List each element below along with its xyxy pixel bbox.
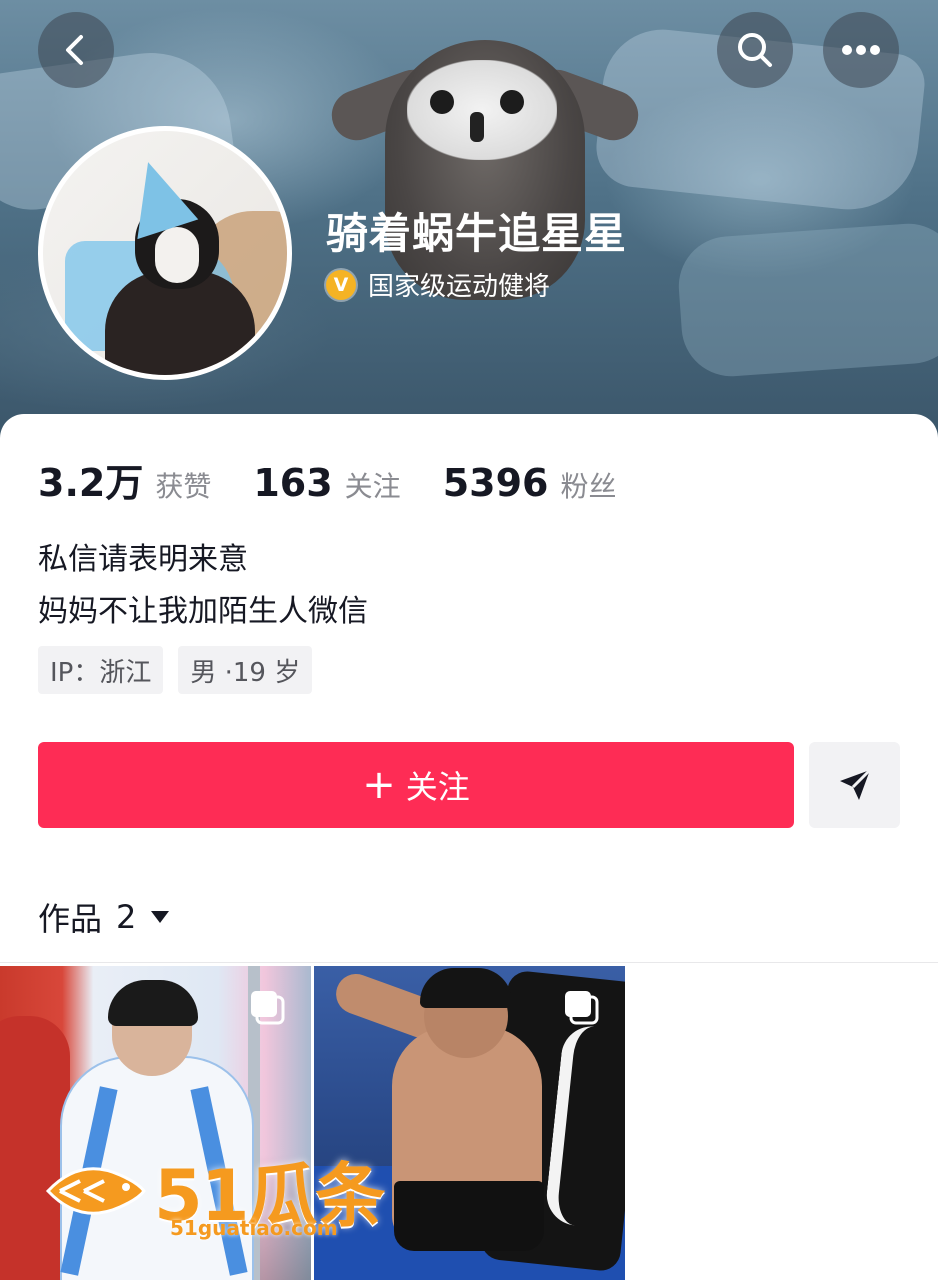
back-button[interactable] bbox=[38, 12, 114, 88]
avatar-dog-face bbox=[155, 227, 199, 283]
stat-following[interactable]: 163 关注 bbox=[253, 461, 400, 505]
divider bbox=[0, 962, 938, 963]
search-icon bbox=[738, 33, 772, 67]
cover-ice-shape bbox=[675, 220, 938, 380]
stat-label: 关注 bbox=[344, 470, 401, 503]
thumb-hair bbox=[108, 980, 198, 1026]
penguin-eye bbox=[430, 90, 454, 114]
stat-followers[interactable]: 5396 粉丝 bbox=[443, 461, 617, 505]
thumb-hair bbox=[420, 968, 512, 1008]
tags-row: IP：浙江 男 ·19 岁 bbox=[38, 646, 327, 694]
send-message-button[interactable] bbox=[809, 742, 900, 828]
multi-image-icon bbox=[251, 991, 285, 1025]
stats-row: 3.2万 获赞 163 关注 5396 粉丝 bbox=[38, 452, 658, 507]
stat-value: 3.2万 bbox=[38, 461, 144, 505]
ip-tag: IP：浙江 bbox=[38, 646, 164, 694]
watermark-url: 51guatiao.com bbox=[170, 1216, 338, 1240]
multi-image-icon bbox=[565, 991, 599, 1025]
penguin-eye bbox=[500, 90, 524, 114]
watermark-fish-icon bbox=[45, 1166, 146, 1215]
works-count: 2 bbox=[116, 898, 137, 936]
stat-label: 获赞 bbox=[155, 470, 212, 503]
stat-value: 163 bbox=[253, 461, 333, 505]
works-label: 作品 bbox=[38, 900, 103, 938]
verified-row: V 国家级运动健将 bbox=[326, 266, 550, 303]
verified-badge-icon: V bbox=[326, 269, 356, 300]
bio-line-2: 妈妈不让我加陌生人微信 bbox=[38, 594, 368, 629]
search-button[interactable] bbox=[717, 12, 793, 88]
thumb-shorts bbox=[394, 1181, 544, 1251]
verified-title: 国家级运动健将 bbox=[368, 272, 551, 302]
stat-label: 粉丝 bbox=[560, 470, 617, 503]
more-button[interactable] bbox=[823, 12, 899, 88]
watermark: 51瓜条 51guatiao.com bbox=[40, 1140, 385, 1241]
stat-likes[interactable]: 3.2万 获赞 bbox=[38, 452, 211, 507]
works-tab[interactable]: 作品 2 bbox=[38, 894, 170, 940]
follow-button[interactable]: + 关注 bbox=[38, 742, 794, 828]
stat-value: 5396 bbox=[442, 461, 549, 505]
gender-age-tag: 男 ·19 岁 bbox=[178, 646, 313, 694]
username: 骑着蜗牛追星星 bbox=[326, 209, 628, 258]
chevron-left-icon bbox=[66, 35, 83, 65]
follow-label: 关注 bbox=[405, 768, 470, 806]
avatar[interactable] bbox=[38, 126, 292, 380]
plus-icon: + bbox=[362, 762, 396, 808]
more-dots-icon bbox=[842, 45, 880, 55]
penguin-beak bbox=[470, 112, 484, 142]
caret-down-icon bbox=[151, 911, 170, 923]
send-icon bbox=[839, 768, 871, 800]
bio-line-1: 私信请表明来意 bbox=[38, 542, 248, 577]
penguin-face bbox=[407, 60, 557, 160]
